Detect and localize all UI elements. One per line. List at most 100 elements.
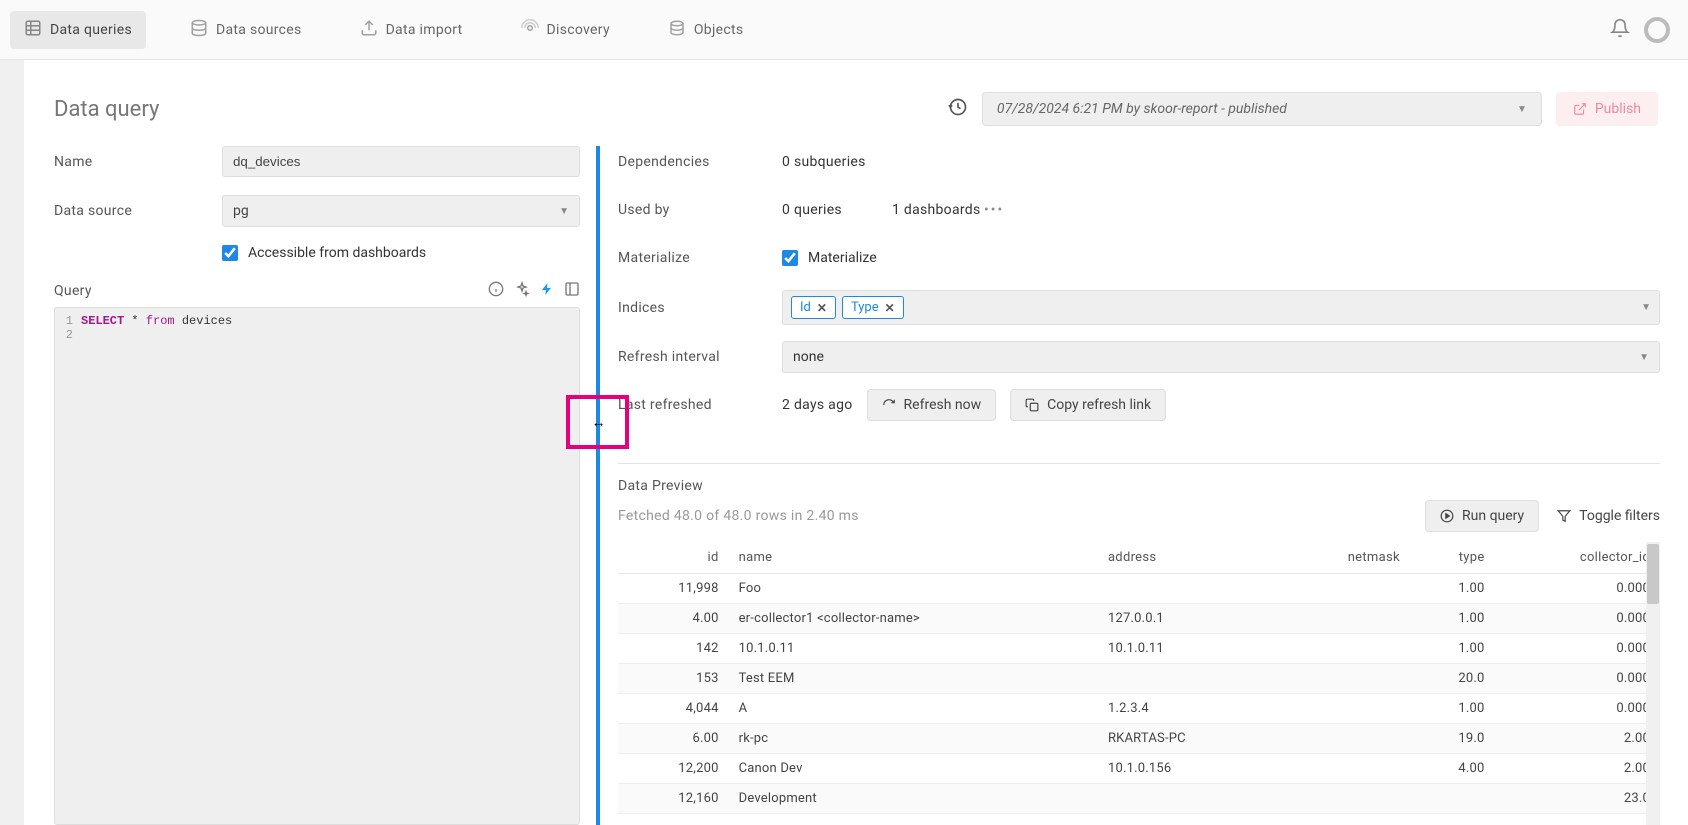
table-cell	[1098, 574, 1278, 604]
tab-data-import[interactable]: Data import	[346, 11, 477, 49]
name-input[interactable]	[222, 146, 580, 177]
table-cell	[1277, 694, 1409, 724]
tab-icon	[521, 19, 539, 41]
table-cell: 20.0	[1410, 664, 1495, 694]
table-cell: 0.000	[1495, 634, 1660, 664]
bolt-icon[interactable]	[540, 281, 554, 301]
table-row[interactable]: 14210.1.0.1110.1.0.111.000.000	[618, 634, 1660, 664]
indices-field[interactable]: Id ✕ Type ✕ ▼	[782, 290, 1660, 325]
tab-label: Discovery	[547, 22, 610, 38]
tab-icon	[24, 19, 42, 41]
materialize-checkbox[interactable]	[782, 250, 798, 266]
history-icon[interactable]	[948, 97, 968, 121]
table-row[interactable]: 12,200Canon Dev10.1.0.1564.002.00	[618, 754, 1660, 784]
table-cell: Foo	[729, 574, 1098, 604]
column-header[interactable]: type	[1410, 542, 1495, 574]
table-row[interactable]: 6.00rk-pcRKARTAS-PC19.02.00	[618, 724, 1660, 754]
data-preview-title: Data Preview	[618, 478, 1660, 494]
tab-icon	[360, 19, 378, 41]
copy-refresh-button[interactable]: Copy refresh link	[1010, 389, 1166, 421]
last-refreshed-label: Last refreshed	[618, 397, 782, 413]
toggle-filters-button[interactable]: Toggle filters	[1557, 508, 1660, 524]
column-header[interactable]: name	[729, 542, 1098, 574]
index-chip[interactable]: Id ✕	[791, 296, 836, 319]
accessible-checkbox[interactable]	[222, 245, 238, 261]
table-cell	[1410, 784, 1495, 814]
scroll-thumb[interactable]	[1647, 544, 1659, 604]
tab-discovery[interactable]: Discovery	[507, 11, 624, 49]
table-cell: Canon Dev	[729, 754, 1098, 784]
bell-icon[interactable]	[1610, 18, 1630, 42]
materialize-check-label: Materialize	[808, 250, 877, 266]
info-icon[interactable]	[488, 281, 504, 301]
table-cell	[1277, 574, 1409, 604]
table-cell: 11,998	[618, 574, 729, 604]
scrollbar[interactable]	[1646, 542, 1660, 825]
remove-chip-icon[interactable]: ✕	[885, 301, 895, 315]
table-cell: RKARTAS-PC	[1098, 724, 1278, 754]
table-cell	[1277, 634, 1409, 664]
tab-data-queries[interactable]: Data queries	[10, 11, 146, 49]
avatar[interactable]	[1644, 17, 1670, 43]
publish-label: Publish	[1595, 101, 1641, 117]
table-cell: 0.000	[1495, 664, 1660, 694]
table-cell: 4.00	[1410, 754, 1495, 784]
sparkle-icon[interactable]	[514, 281, 530, 301]
usedby-queries: 0 queries	[782, 202, 842, 218]
query-label: Query	[54, 283, 92, 299]
chip-label: Id	[800, 300, 811, 315]
dependencies-value: 0 subqueries	[782, 154, 866, 170]
column-header[interactable]: address	[1098, 542, 1278, 574]
name-label: Name	[54, 154, 222, 170]
divider	[618, 463, 1660, 464]
tab-label: Data sources	[216, 22, 302, 38]
resize-highlight: ↔	[566, 395, 629, 449]
column-header[interactable]: collector_id	[1495, 542, 1660, 574]
table-cell	[1277, 664, 1409, 694]
table-cell: 12,160	[618, 784, 729, 814]
chevron-down-icon: ▼	[1639, 352, 1649, 363]
table-cell: 10.1.0.156	[1098, 754, 1278, 784]
refresh-interval-value: none	[793, 349, 824, 365]
toggle-filters-label: Toggle filters	[1579, 508, 1660, 524]
chevron-down-icon: ▼	[1641, 302, 1651, 313]
table-row[interactable]: 4.00er-collector1 <collector-name>127.0.…	[618, 604, 1660, 634]
tab-icon	[190, 19, 208, 41]
remove-chip-icon[interactable]: ✕	[817, 301, 827, 315]
table-row[interactable]: 11,998Foo1.000.000	[618, 574, 1660, 604]
refresh-now-button[interactable]: Refresh now	[867, 389, 997, 421]
datasource-label: Data source	[54, 203, 222, 219]
tab-data-sources[interactable]: Data sources	[176, 11, 316, 49]
split-divider[interactable]: ↔	[596, 146, 600, 825]
resize-cursor-icon: ↔	[592, 414, 604, 431]
tab-objects[interactable]: Objects	[654, 11, 758, 49]
table-cell: 142	[618, 634, 729, 664]
column-header[interactable]: netmask	[1277, 542, 1409, 574]
table-cell	[1277, 604, 1409, 634]
materialize-label: Materialize	[618, 250, 782, 266]
table-cell: 23.0	[1495, 784, 1660, 814]
expand-icon[interactable]	[564, 281, 580, 301]
table-row[interactable]: 4,044A1.2.3.41.000.000	[618, 694, 1660, 724]
refresh-now-label: Refresh now	[904, 397, 982, 413]
chip-label: Type	[851, 300, 879, 315]
table-row[interactable]: 153Test EEM20.00.000	[618, 664, 1660, 694]
version-select[interactable]: 07/28/2024 6:21 PM by skoor-report - pub…	[982, 92, 1542, 126]
refresh-interval-select[interactable]: none ▼	[782, 341, 1660, 373]
run-query-button[interactable]: Run query	[1425, 500, 1539, 532]
more-icon[interactable]: •••	[984, 202, 1004, 218]
index-chip[interactable]: Type ✕	[842, 296, 904, 319]
datasource-select[interactable]: pg ▼	[222, 195, 580, 227]
tab-label: Objects	[694, 22, 744, 38]
table-cell: 19.0	[1410, 724, 1495, 754]
column-header[interactable]: id	[618, 542, 729, 574]
publish-button[interactable]: Publish	[1556, 92, 1658, 126]
table-cell: 6.00	[618, 724, 729, 754]
table-cell: 12,200	[618, 754, 729, 784]
fetch-info: Fetched 48.0 of 48.0 rows in 2.40 ms	[618, 508, 859, 524]
table-cell: 1.00	[1410, 634, 1495, 664]
table-cell: 0.000	[1495, 694, 1660, 724]
query-editor[interactable]: 1SELECT * from devices2	[54, 307, 580, 825]
indices-label: Indices	[618, 300, 782, 316]
table-row[interactable]: 12,160Development23.0	[618, 784, 1660, 814]
